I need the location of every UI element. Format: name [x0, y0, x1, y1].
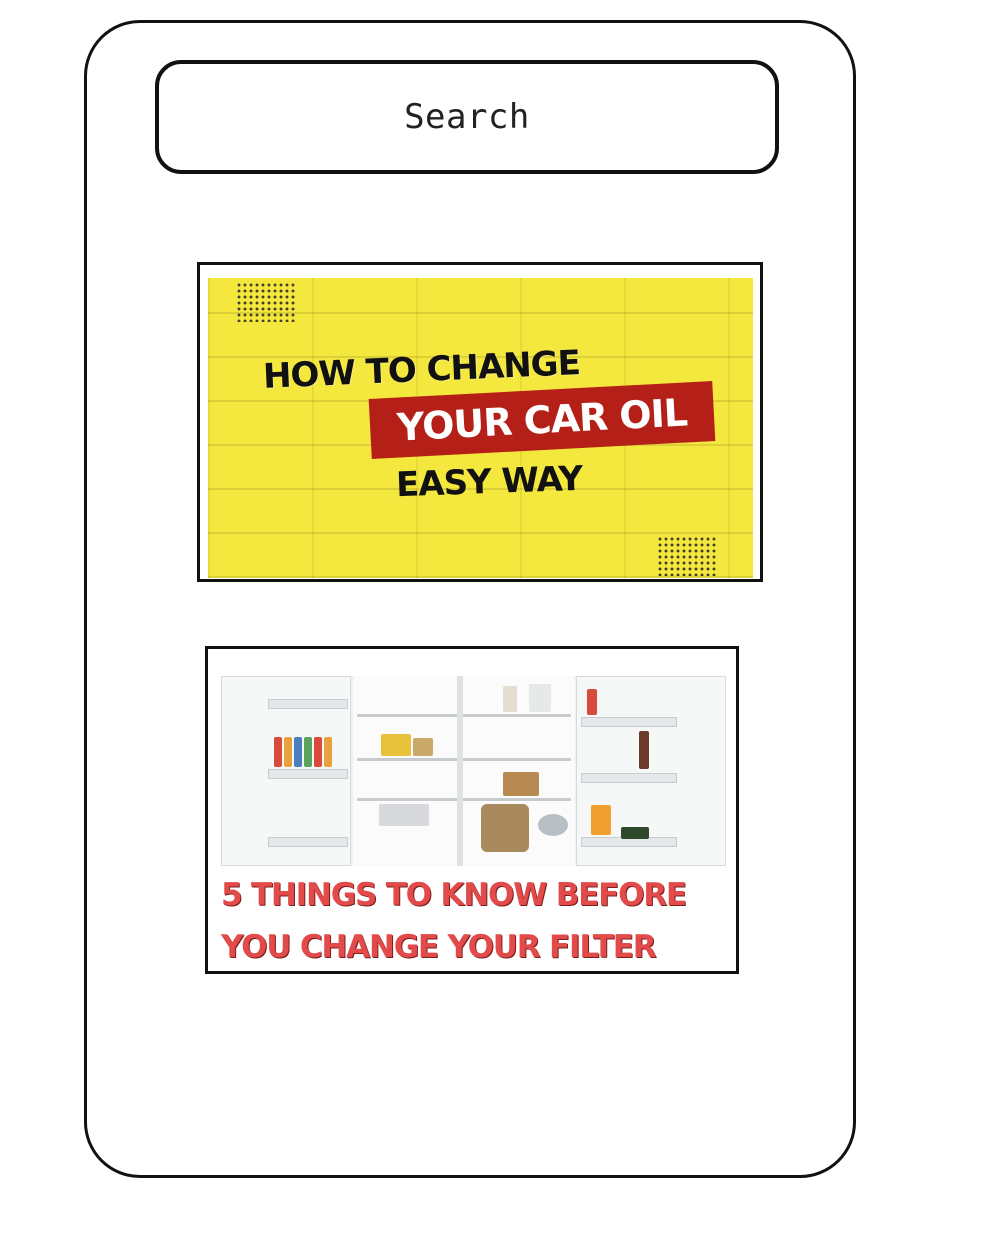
- fridge-interior: [353, 676, 575, 866]
- halftone-decoration: [236, 282, 296, 322]
- search-bar[interactable]: Search: [155, 60, 779, 174]
- headline-highlight-band: YOUR CAR OIL: [368, 381, 716, 459]
- search-label: Search: [404, 97, 530, 137]
- thumbnail-caption: 5 THINGS TO KNOW BEFORE YOU CHANGE YOUR …: [221, 869, 731, 973]
- fridge-door-right: [576, 676, 726, 866]
- video-card-fridge-filter[interactable]: 5 THINGS TO KNOW BEFORE YOU CHANGE YOUR …: [205, 646, 739, 974]
- thumbnail-headline-line2: YOUR CAR OIL: [395, 390, 689, 450]
- halftone-decoration: [657, 536, 717, 576]
- thumbnail-headline-line1: HOW TO CHANGE: [262, 343, 581, 397]
- thumbnail-headline-line3: EASY WAY: [395, 458, 583, 506]
- car-oil-thumbnail[interactable]: HOW TO CHANGE YOUR CAR OIL EASY WAY: [208, 278, 753, 578]
- fridge-divider: [457, 676, 463, 866]
- fridge-thumbnail-image[interactable]: [221, 676, 726, 866]
- caption-line1: 5 THINGS TO KNOW BEFORE: [221, 877, 687, 913]
- phone-frame: [84, 20, 856, 1178]
- video-card-car-oil[interactable]: HOW TO CHANGE YOUR CAR OIL EASY WAY: [197, 262, 763, 582]
- fridge-door-left: [221, 676, 351, 866]
- caption-line2: YOU CHANGE YOUR FILTER: [221, 929, 657, 965]
